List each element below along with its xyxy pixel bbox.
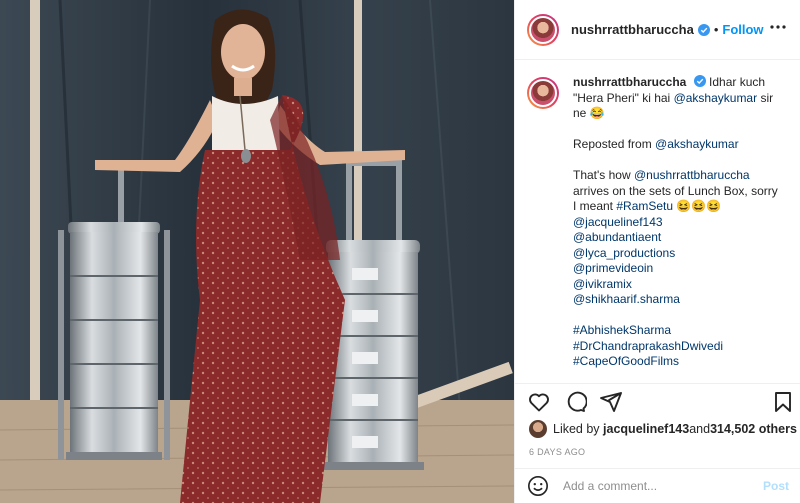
caption-line: @lyca_productions: [573, 246, 785, 262]
caption-line-tail: sir: [757, 90, 774, 105]
comment-box: Post: [515, 468, 800, 503]
mention-link[interactable]: @jacquelinef143: [573, 215, 663, 229]
caption-line: @shikhaarif.sharma: [573, 292, 785, 308]
mention-link[interactable]: @shikhaarif.sharma: [573, 292, 680, 306]
comment-input[interactable]: [563, 479, 753, 493]
likes-count[interactable]: 314,502 others: [710, 422, 797, 436]
caption-comment: nushrrattbharuccha Idhar kuch "Hera Pher…: [527, 75, 785, 370]
caption-line: Reposted from @akshaykumar: [573, 137, 785, 153]
likes-middle: and: [689, 422, 711, 436]
hashtag-link[interactable]: #RamSetu: [616, 199, 673, 213]
author-username[interactable]: nushrrattbharuccha: [571, 22, 694, 37]
hashtag-link[interactable]: #DrChandraprakashDwivedi: [573, 339, 723, 353]
caption-line: @jacquelinef143: [573, 215, 785, 231]
caption-line: "Hera Pheri" ki hai @akshaykumar sir: [573, 91, 785, 107]
caption-line: nushrrattbharuccha Idhar kuch: [573, 75, 785, 91]
caption-line-text: Idhar kuch: [709, 75, 766, 89]
comment-icon[interactable]: [563, 390, 587, 414]
likes-prefix: Liked by: [553, 422, 600, 436]
mention-link[interactable]: @nushrrattbharuccha: [634, 168, 750, 182]
verified-badge-icon: [697, 23, 710, 36]
likes-row: Liked by jacquelinef143 and 314,502 othe…: [529, 420, 797, 438]
post-timestamp[interactable]: 6 DAYS AGO: [529, 447, 585, 457]
heart-icon[interactable]: [527, 390, 551, 414]
caption-line: I meant #RamSetu 😆😆😆: [573, 199, 785, 215]
hashtag-link[interactable]: #CapeOfGoodFilms: [573, 354, 679, 368]
caption-line: @ivikramix: [573, 277, 785, 293]
caption-line-text: That's how: [573, 168, 634, 182]
caption-line-tail: 😆😆😆: [673, 199, 722, 213]
hashtag-link[interactable]: #AbhishekSharma: [573, 323, 671, 337]
caption-line: #AbhishekSharma: [573, 323, 785, 339]
post-header: nushrrattbharuccha • Follow: [515, 0, 800, 60]
actions-divider: [515, 383, 800, 384]
caption-line: #CapeOfGoodFilms: [573, 354, 785, 370]
post-comment-button[interactable]: Post: [763, 479, 789, 493]
caption-line: #DrChandraprakashDwivedi: [573, 339, 785, 355]
caption-line: That's how @nushrrattbharuccha: [573, 168, 785, 184]
bookmark-icon[interactable]: [771, 390, 795, 414]
author-avatar[interactable]: [527, 13, 559, 46]
post-side-panel: nushrrattbharuccha • Follow nushrrattbha…: [514, 0, 800, 503]
liker-avatar[interactable]: [529, 420, 547, 438]
follow-button[interactable]: Follow: [722, 22, 763, 37]
emoji-icon[interactable]: [527, 475, 549, 497]
mention-link[interactable]: @primevideoin: [573, 261, 653, 275]
post-photo[interactable]: [0, 0, 514, 503]
more-options-icon[interactable]: [769, 18, 787, 36]
caption-line-text: arrives on the sets of Lunch Box, sorry: [573, 183, 778, 198]
share-icon[interactable]: [599, 390, 623, 414]
caption-line: arrives on the sets of Lunch Box, sorry: [573, 184, 785, 200]
caption-line-text: "Hera Pheri" ki hai: [573, 90, 674, 105]
photo-illustration: [0, 0, 514, 503]
mention-link[interactable]: @lyca_productions: [573, 246, 675, 260]
mention-link[interactable]: @akshaykumar: [655, 137, 739, 151]
action-bar: [525, 388, 795, 416]
caption-area: nushrrattbharuccha Idhar kuch "Hera Pher…: [515, 61, 800, 383]
header-separator: •: [713, 22, 719, 37]
caption-username[interactable]: nushrrattbharuccha: [573, 75, 686, 89]
mention-link[interactable]: @abundantiaent: [573, 230, 661, 244]
caption-author-avatar[interactable]: [527, 77, 559, 109]
caption-line: ne 😂: [573, 106, 785, 122]
verified-badge-icon: [693, 75, 706, 87]
mention-link[interactable]: @ivikramix: [573, 277, 632, 291]
caption-line: @primevideoin: [573, 261, 785, 277]
caption-text: nushrrattbharuccha Idhar kuch "Hera Pher…: [573, 75, 785, 370]
mention-link[interactable]: @akshaykumar: [674, 91, 758, 105]
caption-line: @abundantiaent: [573, 230, 785, 246]
caption-line-text: Reposted from: [573, 137, 656, 151]
caption-line-text: ne 😂: [573, 106, 605, 120]
liker-username[interactable]: jacquelinef143: [603, 422, 689, 436]
caption-line-text: I meant: [573, 199, 617, 213]
